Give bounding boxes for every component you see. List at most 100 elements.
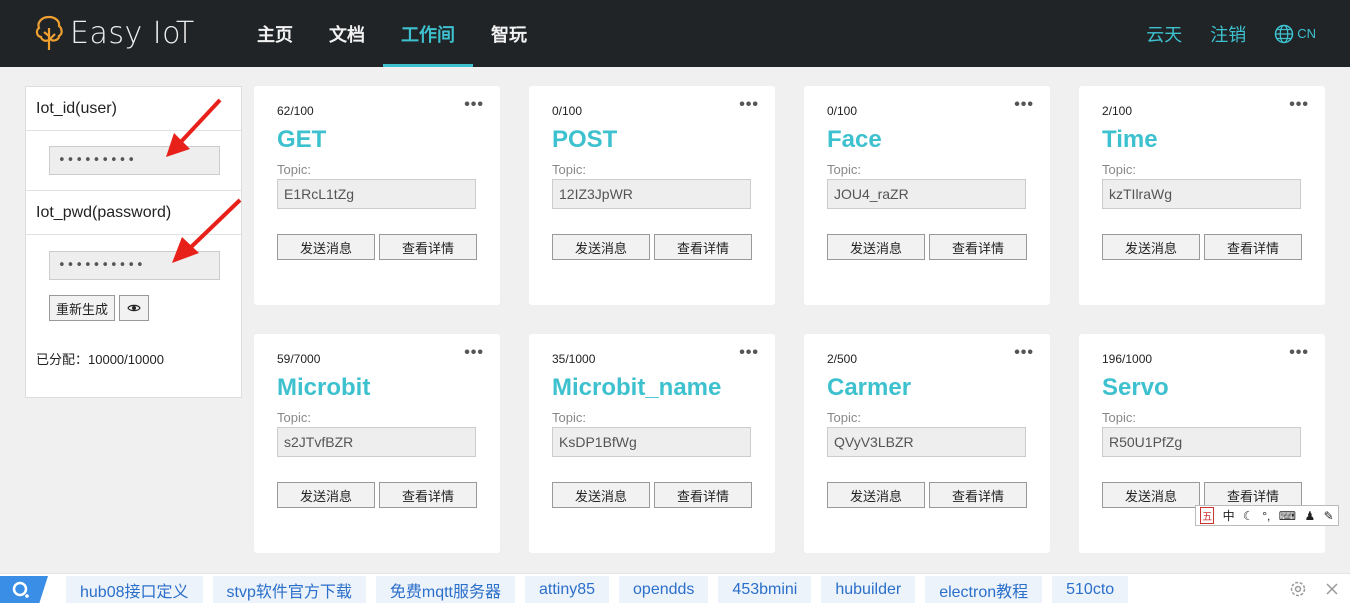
search-tag[interactable]: hub08接口定义 — [66, 576, 203, 603]
send-message-button[interactable]: 发送消息 — [827, 234, 925, 260]
moon-icon[interactable]: ☾ — [1243, 509, 1254, 523]
search-logo[interactable] — [0, 576, 48, 603]
send-message-button[interactable]: 发送消息 — [552, 234, 650, 260]
allocation-label: 已分配： — [36, 352, 89, 367]
bottom-bar: hub08接口定义 stvp软件官方下载 免费mqtt服务器 attiny85 … — [0, 573, 1350, 603]
message-count: 59/7000 — [277, 352, 321, 366]
view-details-button[interactable]: 查看详情 — [654, 234, 752, 260]
send-message-button[interactable]: 发送消息 — [277, 482, 375, 508]
topic-card: 0/100 ••• Face Topic: JOU4_raZR 发送消息 查看详… — [804, 86, 1050, 305]
card-actions: 发送消息 查看详情 — [827, 234, 1027, 260]
more-options-icon[interactable]: ••• — [464, 96, 484, 114]
topic-field[interactable]: JOU4_raZR — [827, 179, 1026, 209]
close-icon[interactable] — [1325, 582, 1339, 596]
message-count: 35/1000 — [552, 352, 596, 366]
more-options-icon[interactable]: ••• — [1289, 344, 1309, 362]
message-count: 2/500 — [827, 352, 858, 366]
wrench-icon[interactable]: ✎ — [1324, 509, 1334, 523]
topic-card: 59/7000 ••• Microbit Topic: s2JTvfBZR 发送… — [254, 334, 500, 553]
topic-field[interactable]: kzTIlraWg — [1102, 179, 1301, 209]
eye-icon — [127, 304, 141, 312]
regenerate-button[interactable]: 重新生成 — [49, 295, 116, 321]
view-details-button[interactable]: 查看详情 — [379, 482, 477, 508]
show-password-button[interactable] — [119, 295, 150, 321]
search-tag[interactable]: electron教程 — [925, 576, 1043, 603]
ime-wubi-icon[interactable]: 五 — [1200, 507, 1215, 524]
search-ring-icon — [12, 581, 29, 598]
topic-label: Topic: — [827, 410, 861, 425]
device-name: Microbit_name — [552, 374, 722, 401]
main-nav: 主页 文档 工作间 智玩 — [239, 0, 545, 67]
card-actions: 发送消息 查看详情 — [1102, 234, 1302, 260]
ime-chinese-mode[interactable]: 中 — [1223, 507, 1235, 524]
globe-icon — [1274, 24, 1294, 43]
top-header: Easy IoT 主页 文档 工作间 智玩 云天 注销 CN — [0, 0, 1350, 67]
language-label: CN — [1297, 26, 1316, 41]
settings-gear-icon[interactable] — [1289, 580, 1307, 598]
credential-actions: 重新生成 — [26, 295, 241, 321]
search-tag[interactable]: opendds — [619, 576, 709, 603]
topic-field[interactable]: 12IZ3JpWR — [552, 179, 751, 209]
view-details-button[interactable]: 查看详情 — [929, 234, 1027, 260]
user-link[interactable]: 云天 — [1146, 21, 1182, 47]
search-tag[interactable]: attiny85 — [524, 576, 610, 603]
send-message-button[interactable]: 发送消息 — [1102, 482, 1200, 508]
send-message-button[interactable]: 发送消息 — [277, 234, 375, 260]
keyboard-icon[interactable]: ⌨ — [1279, 509, 1296, 523]
user-icon[interactable]: ♟ — [1304, 509, 1315, 523]
more-options-icon[interactable]: ••• — [464, 344, 484, 362]
topic-label: Topic: — [552, 410, 586, 425]
topic-label: Topic: — [827, 162, 861, 177]
send-message-button[interactable]: 发送消息 — [552, 482, 650, 508]
card-actions: 发送消息 查看详情 — [552, 482, 752, 508]
nav-docs[interactable]: 文档 — [311, 0, 383, 67]
logo-text: Easy IoT — [70, 15, 195, 51]
topic-label: Topic: — [277, 410, 311, 425]
more-options-icon[interactable]: ••• — [739, 96, 759, 114]
punctuation-icon[interactable]: °, — [1262, 509, 1270, 523]
nav-workspace[interactable]: 工作间 — [383, 0, 473, 67]
device-name: GET — [277, 126, 327, 153]
more-options-icon[interactable]: ••• — [1014, 96, 1034, 114]
nav-play[interactable]: 智玩 — [473, 0, 545, 67]
more-options-icon[interactable]: ••• — [1289, 96, 1309, 114]
topic-field[interactable]: E1RcL1tZg — [277, 179, 476, 209]
search-tag[interactable]: 510cto — [1052, 576, 1129, 603]
card-actions: 发送消息 查看详情 — [827, 482, 1027, 508]
search-tag[interactable]: stvp软件官方下载 — [212, 576, 366, 603]
send-message-button[interactable]: 发送消息 — [1102, 234, 1200, 260]
annotation-arrow-icon — [166, 98, 222, 157]
view-details-button[interactable]: 查看详情 — [1204, 234, 1302, 260]
allocation-value: 10000/10000 — [88, 352, 164, 367]
view-details-button[interactable]: 查看详情 — [654, 482, 752, 508]
search-tag[interactable]: 免费mqtt服务器 — [375, 576, 515, 603]
view-details-button[interactable]: 查看详情 — [929, 482, 1027, 508]
topic-field[interactable]: R50U1PfZg — [1102, 427, 1301, 457]
topic-label: Topic: — [277, 162, 311, 177]
topic-field[interactable]: s2JTvfBZR — [277, 427, 476, 457]
language-switch[interactable]: CN — [1274, 24, 1316, 44]
topic-card: 35/1000 ••• Microbit_name Topic: KsDP1Bf… — [529, 334, 775, 553]
more-options-icon[interactable]: ••• — [739, 344, 759, 362]
search-tag[interactable]: 453bmini — [718, 576, 812, 603]
topic-field[interactable]: QVyV3LBZR — [827, 427, 1026, 457]
send-message-button[interactable]: 发送消息 — [827, 482, 925, 508]
nav-home[interactable]: 主页 — [239, 0, 311, 67]
search-tag[interactable]: hubuilder — [821, 576, 916, 603]
card-actions: 发送消息 查看详情 — [552, 234, 752, 260]
more-options-icon[interactable]: ••• — [1014, 344, 1034, 362]
logout-link[interactable]: 注销 — [1210, 21, 1246, 47]
topic-card: 2/100 ••• Time Topic: kzTIlraWg 发送消息 查看详… — [1079, 86, 1325, 305]
device-name: POST — [552, 126, 618, 153]
logo[interactable]: Easy IoT — [34, 14, 195, 52]
message-count: 196/1000 — [1102, 352, 1153, 366]
topic-card: 2/500 ••• Carmer Topic: QVyV3LBZR 发送消息 查… — [804, 334, 1050, 553]
ime-toolbar[interactable]: 五 中 ☾ °, ⌨ ♟ ✎ — [1195, 505, 1339, 526]
view-details-button[interactable]: 查看详情 — [379, 234, 477, 260]
allocation-status: 已分配：10000/10000 — [26, 349, 241, 368]
topic-field[interactable]: KsDP1BfWg — [552, 427, 751, 457]
device-name: Carmer — [827, 374, 912, 401]
message-count: 2/100 — [1102, 104, 1133, 118]
message-count: 0/100 — [552, 104, 583, 118]
device-name: Face — [827, 126, 882, 153]
